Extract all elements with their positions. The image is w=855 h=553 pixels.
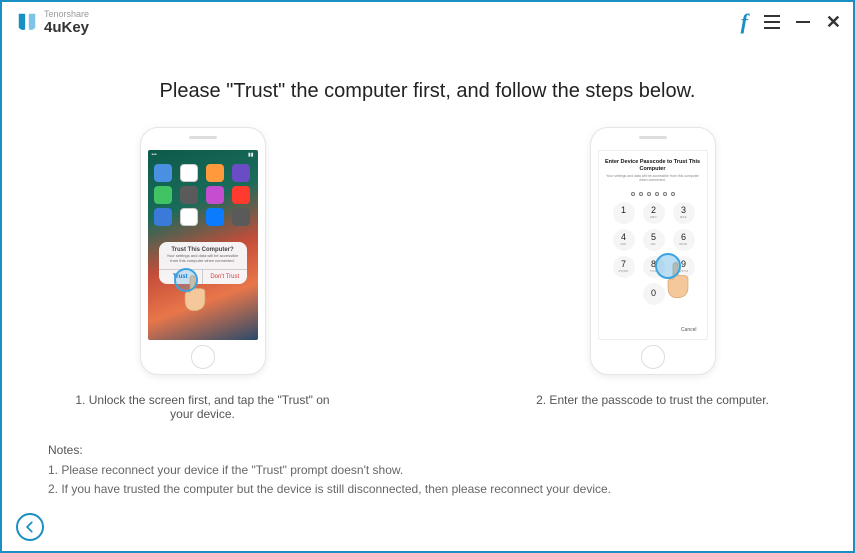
keypad-key: 5JKL: [643, 229, 665, 251]
window-controls: f ✕: [741, 11, 841, 33]
step-2-caption: 2. Enter the passcode to trust the compu…: [536, 393, 769, 407]
app-icon: [154, 208, 172, 226]
app-icon: [206, 208, 224, 226]
app-icon: [232, 208, 250, 226]
facebook-icon[interactable]: f: [741, 11, 748, 33]
passcode-dots: [599, 192, 707, 196]
company-name: Tenorshare: [44, 10, 89, 19]
notes-line-2: 2. If you have trusted the computer but …: [48, 480, 611, 499]
app-icon: [180, 164, 198, 182]
menu-icon[interactable]: [764, 15, 780, 29]
chevron-left-icon: [23, 520, 37, 534]
close-icon[interactable]: ✕: [826, 13, 841, 31]
minimize-icon[interactable]: [796, 21, 810, 23]
app-icon: [232, 164, 250, 182]
main-content: Please "Trust" the computer first, and f…: [2, 40, 853, 421]
keypad-key: 6MNO: [673, 229, 695, 251]
app-icon: [232, 186, 250, 204]
passcode-title: Enter Device Passcode to Trust This Comp…: [605, 159, 701, 172]
trust-dialog-message: Your settings and data will be accessibl…: [159, 254, 247, 269]
keypad-key: 3DEF: [673, 202, 695, 224]
titlebar: Tenorshare 4uKey f ✕: [2, 2, 853, 40]
keypad-key: 7PQRS: [613, 256, 635, 278]
notes-line-1: 1. Please reconnect your device if the "…: [48, 461, 611, 480]
phone-screen-home: •••▮▮ Trust This Computer? Your settings…: [148, 150, 258, 340]
step-2: Enter Device Passcode to Trust This Comp…: [513, 127, 793, 421]
app-icon: [180, 186, 198, 204]
passcode-cancel: Cancel: [681, 327, 697, 333]
keypad-key: 2ABC: [643, 202, 665, 224]
product-name: 4uKey: [44, 20, 89, 35]
app-icon: [206, 186, 224, 204]
notes-title: Notes:: [48, 441, 611, 460]
passcode-subtitle: Your settings and data will be accessibl…: [605, 174, 701, 182]
step-1: •••▮▮ Trust This Computer? Your settings…: [63, 127, 343, 421]
app-icon: [154, 164, 172, 182]
brand: Tenorshare 4uKey: [16, 10, 89, 35]
notes-section: Notes: 1. Please reconnect your device i…: [48, 441, 611, 499]
app-icon: [154, 186, 172, 204]
phone-screen-passcode: Enter Device Passcode to Trust This Comp…: [598, 150, 708, 340]
hand-pointer-icon: [178, 274, 212, 314]
phone-mockup-trust: •••▮▮ Trust This Computer? Your settings…: [140, 127, 266, 375]
keypad-key: 1: [613, 202, 635, 224]
step-1-caption: 1. Unlock the screen first, and tap the …: [63, 393, 343, 421]
page-heading: Please "Trust" the computer first, and f…: [42, 80, 813, 103]
status-bar: •••▮▮: [148, 150, 258, 160]
phone-illustrations: •••▮▮ Trust This Computer? Your settings…: [42, 127, 813, 421]
app-icon-grid: [148, 160, 258, 230]
app-icon: [180, 208, 198, 226]
keypad-key: 4GHI: [613, 229, 635, 251]
app-logo-icon: [16, 11, 38, 33]
hand-pointer-icon: [661, 261, 695, 301]
phone-mockup-passcode: Enter Device Passcode to Trust This Comp…: [590, 127, 716, 375]
app-icon: [206, 164, 224, 182]
back-button[interactable]: [16, 513, 44, 541]
